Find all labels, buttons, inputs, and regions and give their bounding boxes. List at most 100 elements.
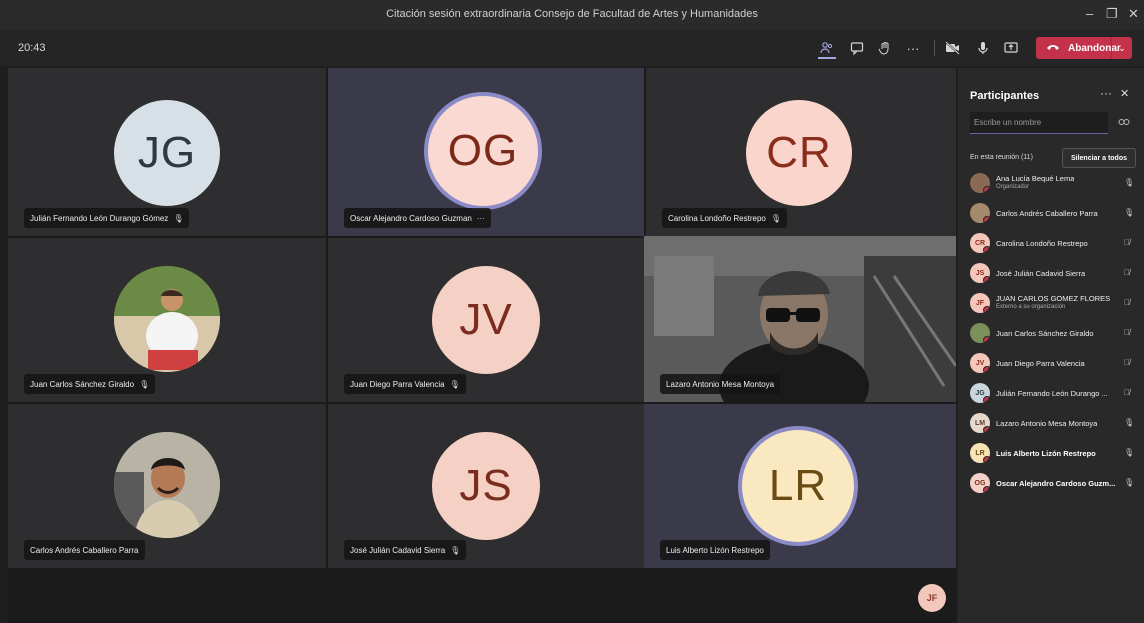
restore-button[interactable]: ❐ bbox=[1106, 6, 1118, 22]
participant-list-item[interactable]: LM Lazaro Antonio Mesa Montoya 🎙 bbox=[958, 408, 1144, 438]
microphone-icon: 🎙 bbox=[1124, 478, 1135, 487]
participant-name: Julián Fernando León Durango ... bbox=[996, 389, 1108, 398]
leave-button[interactable]: Abandonar ⌄ bbox=[1036, 37, 1132, 59]
video-tile[interactable]: JS José Julián Cadavid Sierra 🎙 bbox=[328, 404, 644, 568]
participant-name-tag: Luis Alberto Lizón Restrepo bbox=[660, 540, 770, 560]
participant-name: Juan Carlos Sánchez Giraldo bbox=[30, 379, 135, 389]
participant-name-tag: Oscar Alejandro Cardoso Guzman ··· bbox=[344, 208, 491, 228]
participant-name: Lazaro Antonio Mesa Montoya bbox=[666, 379, 775, 389]
participant-initials: LM bbox=[974, 419, 986, 427]
participant-list-item[interactable]: OG Oscar Alejandro Cardoso Guzm... 🎙 bbox=[958, 468, 1144, 498]
participant-search-input[interactable] bbox=[970, 112, 1108, 134]
participant-initials: JV bbox=[975, 359, 985, 367]
status-dot bbox=[983, 366, 990, 373]
share-invite-icon[interactable] bbox=[1118, 117, 1130, 130]
panel-close-icon[interactable]: ✕ bbox=[1120, 87, 1129, 100]
status-dot bbox=[983, 426, 990, 433]
participant-avatar: JS bbox=[432, 432, 540, 540]
title-bar: Citación sesión extraordinaria Consejo d… bbox=[0, 0, 1144, 30]
participant-name: Carlos Andrés Caballero Parra bbox=[30, 545, 139, 555]
participant-list-item[interactable]: JG Julián Fernando León Durango ... 🎙̸ bbox=[958, 378, 1144, 408]
participant-role: Externo a su organización bbox=[996, 304, 1066, 310]
leave-options-chevron-icon[interactable]: ⌄ bbox=[1111, 37, 1132, 59]
participant-name: Carlos Andrés Caballero Parra bbox=[996, 209, 1098, 218]
status-dot bbox=[983, 486, 990, 493]
microphone-icon: 🎙̸ bbox=[1124, 238, 1130, 247]
participant-name-tag: Carolina Londoño Restrepo 🎙 bbox=[662, 208, 787, 228]
participant-name: JUAN CARLOS GOMEZ FLORES bbox=[996, 294, 1111, 303]
video-tile[interactable]: Carlos Andrés Caballero Parra bbox=[8, 404, 326, 568]
participant-name: Oscar Alejandro Cardoso Guzman bbox=[350, 213, 472, 223]
minimize-button[interactable]: – bbox=[1086, 6, 1093, 21]
participant-initials: JF bbox=[975, 299, 985, 307]
close-window-button[interactable]: ✕ bbox=[1128, 6, 1139, 22]
participant-avatar bbox=[970, 323, 990, 343]
status-dot bbox=[983, 186, 990, 193]
more-options-icon[interactable]: ··· bbox=[477, 214, 485, 223]
participant-name: Luis Alberto Lizón Restrepo bbox=[996, 449, 1096, 458]
share-screen-icon[interactable] bbox=[1002, 39, 1020, 57]
participant-role: Organizador bbox=[996, 184, 1030, 190]
participant-initials: CR bbox=[974, 239, 986, 247]
video-stage: JG Julián Fernando León Durango Gómez 🎙 … bbox=[8, 68, 956, 623]
status-dot bbox=[983, 306, 990, 313]
microphone-icon: 🎙̸ bbox=[1124, 298, 1130, 307]
participant-avatar: JF bbox=[970, 293, 990, 313]
participant-name: Luis Alberto Lizón Restrepo bbox=[666, 545, 764, 555]
participant-avatar: LR bbox=[742, 430, 854, 542]
participant-name: Juan Diego Parra Valencia bbox=[350, 379, 445, 389]
video-tile[interactable]: CR Carolina Londoño Restrepo 🎙 bbox=[646, 68, 956, 236]
microphone-icon: 🎙̸ bbox=[1124, 328, 1130, 337]
self-view-avatar[interactable]: JF bbox=[918, 584, 946, 612]
participant-avatar: JV bbox=[432, 266, 540, 374]
participant-avatar: OG bbox=[428, 96, 538, 206]
microphone-icon: 🎙 bbox=[1124, 208, 1135, 217]
raise-hand-icon[interactable] bbox=[876, 39, 894, 57]
participant-avatar: JG bbox=[970, 383, 990, 403]
video-tile[interactable]: Juan Carlos Sánchez Giraldo 🎙 bbox=[8, 238, 326, 402]
participant-list-item[interactable]: JF JUAN CARLOS GOMEZ FLORES Externo a su o… bbox=[958, 288, 1144, 318]
participant-name: Julián Fernando León Durango Gómez bbox=[30, 213, 169, 223]
microphone-icon[interactable] bbox=[974, 39, 992, 57]
participant-name: Oscar Alejandro Cardoso Guzm... bbox=[996, 479, 1116, 488]
participant-list-item[interactable]: Carlos Andrés Caballero Parra 🎙 bbox=[958, 198, 1144, 228]
panel-more-icon[interactable]: ··· bbox=[1100, 86, 1112, 100]
toolbar-divider bbox=[934, 40, 935, 56]
microphone-icon: 🎙̸ bbox=[1124, 388, 1130, 397]
participants-icon[interactable] bbox=[818, 39, 836, 59]
video-tile[interactable]: LR Luis Alberto Lizón Restrepo bbox=[644, 404, 956, 568]
participant-avatar: JG bbox=[114, 100, 220, 206]
chat-icon[interactable] bbox=[848, 39, 866, 57]
participant-avatar: OG bbox=[970, 473, 990, 493]
participant-avatar: JV bbox=[970, 353, 990, 373]
status-dot bbox=[983, 456, 990, 463]
participant-name-tag: Lazaro Antonio Mesa Montoya bbox=[660, 374, 781, 394]
participant-list-item[interactable]: JV Juan Diego Parra Valencia 🎙̸ bbox=[958, 348, 1144, 378]
video-tile[interactable]: OG Oscar Alejandro Cardoso Guzman ··· bbox=[328, 68, 644, 236]
microphone-icon: 🎙̸ bbox=[1124, 268, 1130, 277]
microphone-icon: 🎙 bbox=[449, 379, 460, 389]
camera-off-icon[interactable] bbox=[944, 39, 962, 57]
microphone-icon: 🎙 bbox=[173, 213, 184, 223]
video-feed-tile[interactable]: Lazaro Antonio Mesa Montoya bbox=[644, 236, 956, 402]
video-tile[interactable]: JV Juan Diego Parra Valencia 🎙 bbox=[328, 238, 644, 402]
participant-avatar bbox=[970, 173, 990, 193]
participant-list-item[interactable]: Ana Lucía Bequé Lema Organizador 🎙 bbox=[958, 168, 1144, 198]
participant-name: Carolina Londoño Restrepo bbox=[668, 213, 766, 223]
participant-avatar bbox=[970, 203, 990, 223]
participant-list-item[interactable]: Juan Carlos Sánchez Giraldo 🎙̸ bbox=[958, 318, 1144, 348]
more-actions-icon[interactable]: ··· bbox=[904, 39, 922, 57]
participant-list-item[interactable]: CR Carolina Londoño Restrepo 🎙̸ bbox=[958, 228, 1144, 258]
microphone-icon: 🎙 bbox=[1124, 418, 1135, 427]
participant-name-tag: José Julián Cadavid Sierra 🎙 bbox=[344, 540, 467, 560]
participant-list-item[interactable]: JS José Julián Cadavid Sierra 🎙̸ bbox=[958, 258, 1144, 288]
mute-all-button[interactable]: Silenciar a todos bbox=[1062, 148, 1136, 168]
status-dot bbox=[983, 276, 990, 283]
microphone-icon: 🎙 bbox=[450, 545, 461, 555]
participant-initials: JG bbox=[975, 389, 985, 397]
participant-list-item[interactable]: LR Luis Alberto Lizón Restrepo 🎙 bbox=[958, 438, 1144, 468]
participant-name-tag: Juan Diego Parra Valencia 🎙 bbox=[344, 374, 466, 394]
microphone-icon: 🎙 bbox=[1124, 178, 1135, 187]
video-tile[interactable]: JG Julián Fernando León Durango Gómez 🎙 bbox=[8, 68, 326, 236]
participant-name: Ana Lucía Bequé Lema bbox=[996, 174, 1075, 183]
